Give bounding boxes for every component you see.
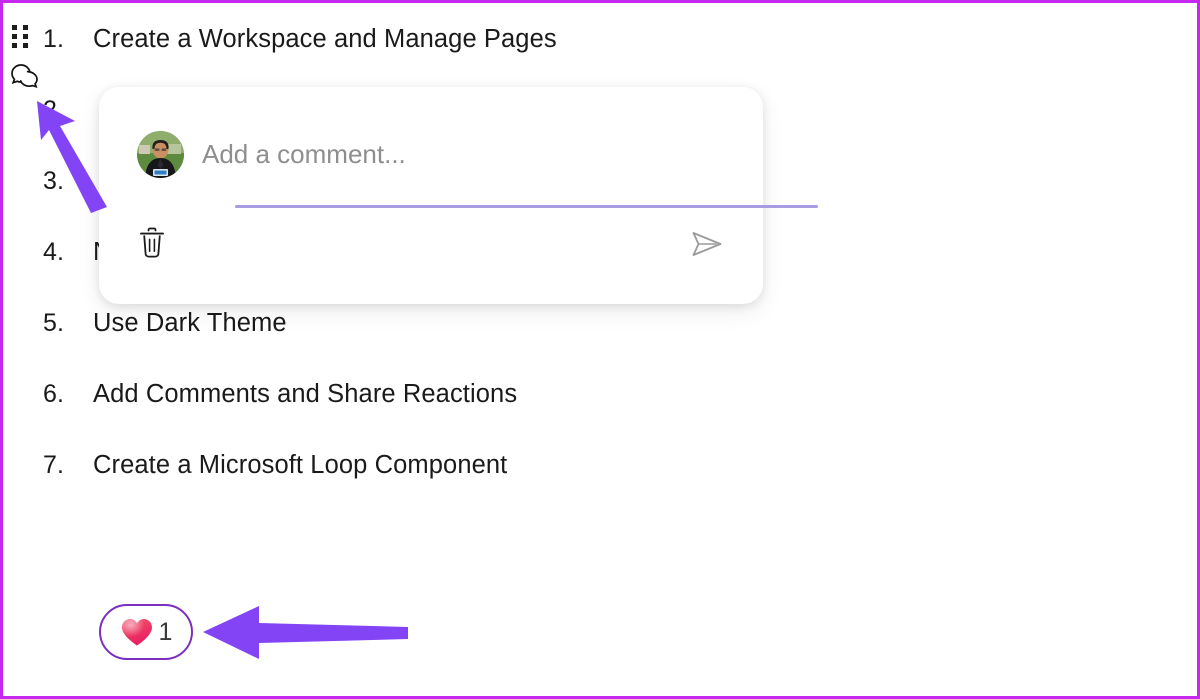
list-item[interactable]: 5. Use Dark Theme xyxy=(43,309,1143,380)
drag-dot xyxy=(12,34,17,39)
list-item-number: 6. xyxy=(43,380,93,409)
comment-input[interactable] xyxy=(202,137,725,173)
drag-dot xyxy=(23,25,28,30)
drag-handle-icon[interactable] xyxy=(12,25,30,47)
list-item-number: 2. xyxy=(43,96,93,125)
annotation-arrow-to-reaction-pill xyxy=(199,603,411,666)
list-item[interactable]: 7. Create a Microsoft Loop Component xyxy=(43,451,1143,522)
comment-input-underline xyxy=(235,205,818,208)
reaction-count: 1 xyxy=(159,618,173,647)
list-item[interactable]: 1. Create a Workspace and Manage Pages xyxy=(43,25,1143,96)
reaction-pill-heart[interactable]: 1 xyxy=(99,604,193,660)
drag-dot xyxy=(12,25,17,30)
comment-composer-card xyxy=(99,87,763,304)
list-item[interactable]: 6. Add Comments and Share Reactions xyxy=(43,380,1143,451)
list-item-number: 1. xyxy=(43,25,93,54)
comment-bubble-icon[interactable] xyxy=(8,63,42,93)
list-item-text: Create a Workspace and Manage Pages xyxy=(93,25,557,54)
drag-dot xyxy=(12,43,17,48)
comment-input-row xyxy=(137,131,725,178)
delete-comment-button[interactable] xyxy=(137,227,167,261)
list-item-text: Add Comments and Share Reactions xyxy=(93,380,517,409)
avatar xyxy=(137,131,184,178)
list-item-text: Use Dark Theme xyxy=(93,309,287,338)
drag-dot xyxy=(23,43,28,48)
list-item-number: 7. xyxy=(43,451,93,480)
list-item-text: Create a Microsoft Loop Component xyxy=(93,451,507,480)
send-comment-button[interactable] xyxy=(689,229,725,259)
heart-icon xyxy=(120,616,154,648)
list-item-number: 5. xyxy=(43,309,93,338)
loop-page-canvas: 1. Create a Workspace and Manage Pages 2… xyxy=(0,0,1200,699)
list-item-number: 3. xyxy=(43,167,93,196)
comment-actions-row xyxy=(137,227,725,261)
list-item-number: 4. xyxy=(43,238,93,267)
drag-dot xyxy=(23,34,28,39)
